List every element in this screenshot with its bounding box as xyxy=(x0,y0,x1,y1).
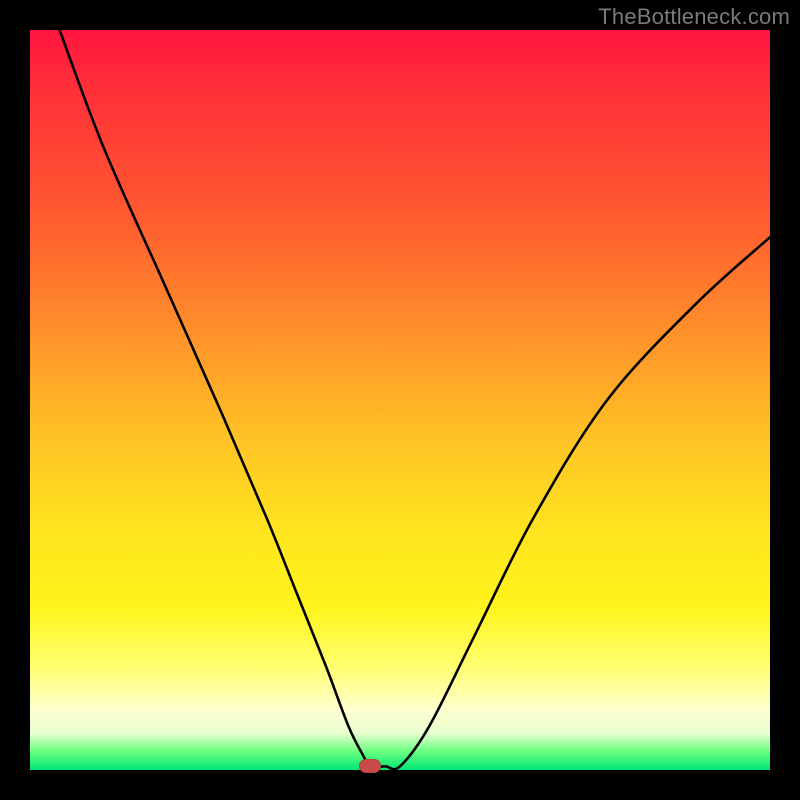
minimum-marker xyxy=(359,759,381,773)
chart-frame: TheBottleneck.com xyxy=(0,0,800,800)
plot-area xyxy=(30,30,770,770)
watermark-text: TheBottleneck.com xyxy=(598,4,790,30)
bottleneck-curve xyxy=(30,30,770,770)
